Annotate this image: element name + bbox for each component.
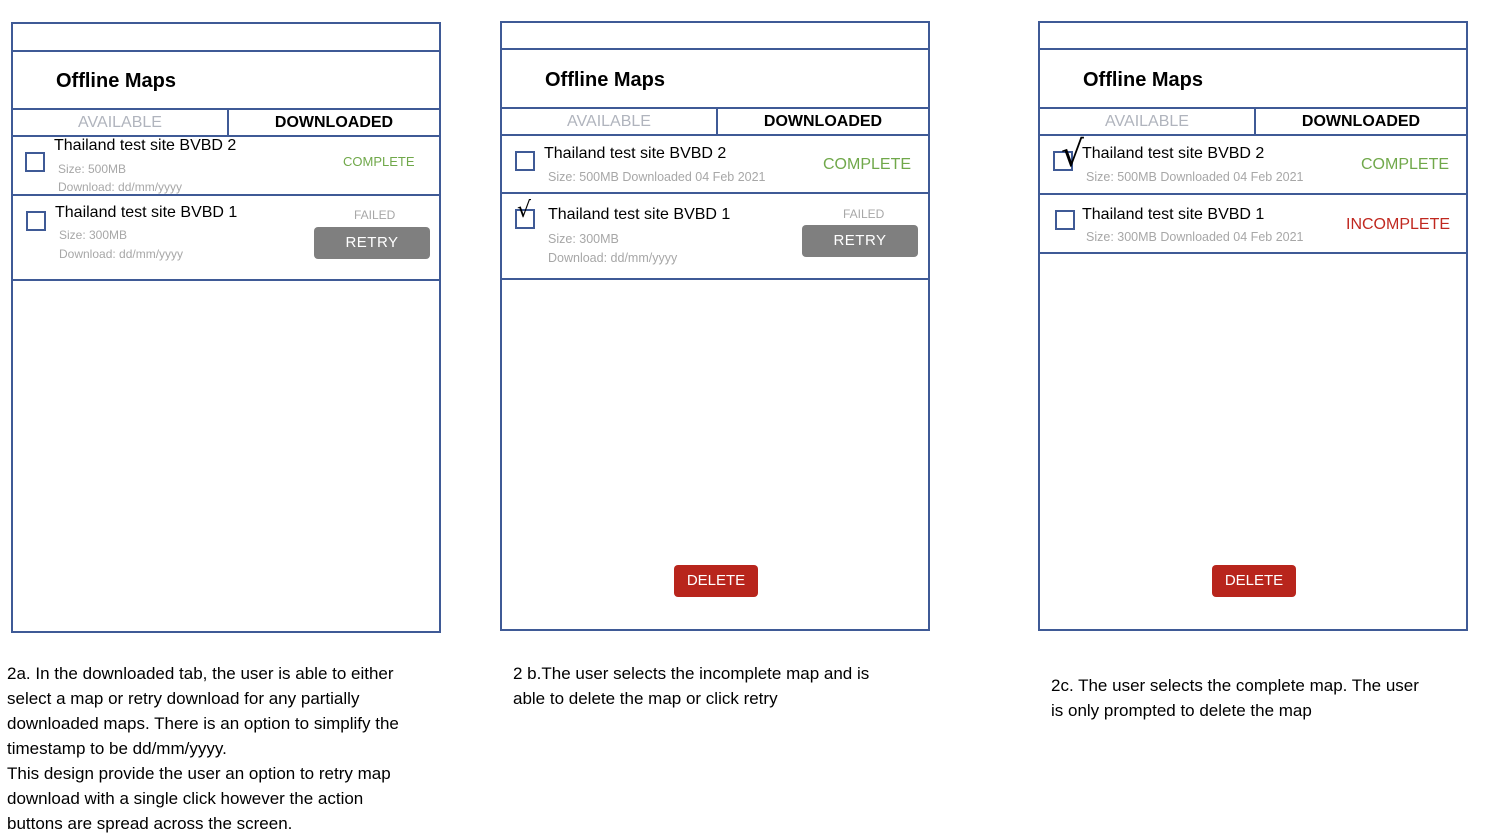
screen-2c: Offline Maps AVAILABLE DOWNLOADED √ Thai… <box>1038 21 1468 631</box>
caption-line: select a map or retry download for any p… <box>7 689 360 708</box>
tab-available[interactable]: AVAILABLE <box>1040 109 1254 135</box>
status-badge: COMPLETE <box>823 156 912 173</box>
tab-downloaded[interactable]: DOWNLOADED <box>227 110 441 136</box>
page-title: Offline Maps <box>56 70 177 92</box>
caption-line: 2c. The user selects the complete map. T… <box>1051 676 1419 695</box>
map-download-date: Download: dd/mm/yyyy <box>59 247 184 261</box>
map-name: Thailand test site BVBD 2 <box>1082 145 1265 162</box>
map-size: Size: 300MB <box>548 232 619 246</box>
map-name: Thailand test site BVBD 1 <box>548 206 731 223</box>
caption-line: timestamp to be dd/mm/yyyy. <box>7 739 227 758</box>
tab-downloaded[interactable]: DOWNLOADED <box>1254 109 1468 135</box>
status-badge: INCOMPLETE <box>1346 216 1451 233</box>
header-divider <box>1040 48 1466 50</box>
select-checkbox[interactable] <box>25 152 45 172</box>
select-checkbox[interactable] <box>26 211 46 231</box>
list-item[interactable]: Thailand test site BVBD 2 Size: 500MB Do… <box>13 136 439 194</box>
map-name: Thailand test site BVBD 1 <box>55 204 238 221</box>
checkmark-icon: √ <box>1061 134 1084 175</box>
retry-button[interactable]: RETRY <box>802 225 918 257</box>
caption-line: 2a. In the downloaded tab, the user is a… <box>7 664 394 683</box>
status-badge: FAILED <box>354 208 396 222</box>
tab-available[interactable]: AVAILABLE <box>502 109 716 135</box>
screen-2b: Offline Maps AVAILABLE DOWNLOADED Thaila… <box>500 21 930 631</box>
list-item[interactable]: Thailand test site BVBD 1 Size: 300MB Do… <box>1038 193 1468 254</box>
caption-line: download with a single click however the… <box>7 789 364 808</box>
caption-line: able to delete the map or click retry <box>513 689 778 708</box>
list-item[interactable]: Thailand test site BVBD 1 Size: 300MB Do… <box>11 194 441 281</box>
caption-2c: 2c. The user selects the complete map. T… <box>1051 673 1419 723</box>
status-badge: COMPLETE <box>1361 156 1450 173</box>
select-checkbox[interactable] <box>515 151 535 171</box>
status-badge: FAILED <box>843 207 885 221</box>
map-size: Size: 500MB <box>58 162 127 176</box>
checkmark-icon: √ <box>517 198 532 223</box>
list-item[interactable]: √ Thailand test site BVBD 1 Size: 300MB … <box>502 194 928 278</box>
list-item[interactable]: √ Thailand test site BVBD 2 Size: 500MB … <box>1040 135 1466 193</box>
map-meta: Size: 500MB Downloaded 04 Feb 2021 <box>548 170 766 184</box>
list-item[interactable]: Thailand test site BVBD 2 Size: 500MB Do… <box>502 135 928 193</box>
caption-line: is only prompted to delete the map <box>1051 701 1312 720</box>
select-checkbox[interactable] <box>1055 210 1075 230</box>
map-download-date: Download: dd/mm/yyyy <box>58 180 183 194</box>
map-name: Thailand test site BVBD 2 <box>544 145 727 162</box>
map-size: Size: 300MB <box>59 228 128 242</box>
retry-button[interactable]: RETRY <box>314 227 430 259</box>
header-divider <box>13 50 439 52</box>
caption-line: buttons are spread across the screen. <box>7 814 293 833</box>
page-title: Offline Maps <box>545 69 666 91</box>
row-divider <box>502 278 928 280</box>
caption-2b: 2 b.The user selects the incomplete map … <box>513 661 869 711</box>
map-name: Thailand test site BVBD 2 <box>54 137 237 154</box>
caption-line: This design provide the user an option t… <box>7 764 391 783</box>
tab-available[interactable]: AVAILABLE <box>13 110 227 136</box>
tab-downloaded[interactable]: DOWNLOADED <box>716 109 930 135</box>
screen-2a: Offline Maps AVAILABLE DOWNLOADED Thaila… <box>11 22 441 633</box>
caption-2a: 2a. In the downloaded tab, the user is a… <box>7 661 399 836</box>
map-download-date: Download: dd/mm/yyyy <box>548 251 678 265</box>
map-meta: Size: 300MB Downloaded 04 Feb 2021 <box>1086 230 1304 244</box>
delete-button[interactable]: DELETE <box>1212 565 1296 597</box>
header-divider <box>502 48 928 50</box>
caption-line: downloaded maps. There is an option to s… <box>7 714 399 733</box>
map-meta: Size: 500MB Downloaded 04 Feb 2021 <box>1086 170 1304 184</box>
delete-button[interactable]: DELETE <box>674 565 758 597</box>
map-name: Thailand test site BVBD 1 <box>1082 206 1265 223</box>
status-badge: COMPLETE <box>343 154 415 169</box>
page-title: Offline Maps <box>1083 69 1204 91</box>
caption-line: 2 b.The user selects the incomplete map … <box>513 664 870 683</box>
